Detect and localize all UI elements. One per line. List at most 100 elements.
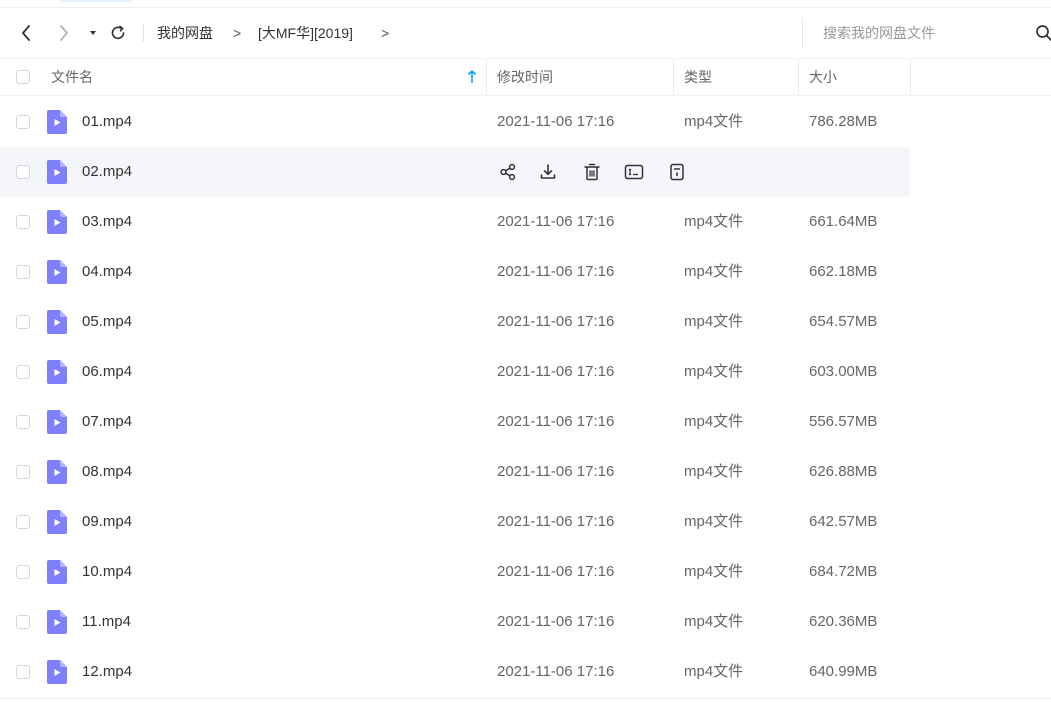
row-checkbox[interactable] [16,265,30,279]
column-divider[interactable] [798,59,799,96]
row-checkbox[interactable] [16,615,30,629]
row-checkbox[interactable] [16,665,30,679]
file-row[interactable]: 09.mp4 2021-11-06 17:16 mp4文件 642.57MB [0,497,1051,547]
sort-ascending-icon[interactable] [466,70,478,89]
file-name[interactable]: 01.mp4 [82,111,132,133]
breadcrumb-current-folder[interactable]: [大MF华][2019] [258,23,353,43]
file-modified-time: 2021-11-06 17:16 [497,463,615,480]
video-file-icon [47,260,67,284]
row-checkbox[interactable] [16,565,30,579]
file-name[interactable]: 09.mp4 [82,511,132,533]
file-name[interactable]: 08.mp4 [82,461,132,483]
file-type: mp4文件 [684,313,744,330]
file-name[interactable]: 06.mp4 [82,361,132,383]
file-size: 786.28MB [809,113,878,130]
search-input[interactable] [823,23,1023,43]
file-type: mp4文件 [684,613,744,630]
row-checkbox[interactable] [16,365,30,379]
download-button[interactable] [536,160,560,184]
file-modified-time: 2021-11-06 17:16 [497,313,615,330]
trash-icon [584,163,600,181]
column-header-name[interactable]: 文件名 [51,59,93,96]
more-button[interactable] [665,160,689,184]
file-type: mp4文件 [684,413,744,430]
column-divider[interactable] [910,59,911,96]
file-type: mp4文件 [684,563,744,580]
file-modified-time: 2021-11-06 17:16 [497,213,615,230]
active-tab-indicator [56,0,136,2]
rename-icon [624,164,644,180]
file-type: mp4文件 [684,263,744,280]
file-name[interactable]: 02.mp4 [82,161,132,183]
video-file-icon [47,160,67,184]
file-modified-time: 2021-11-06 17:16 [497,663,615,680]
row-checkbox[interactable] [16,465,30,479]
search-button[interactable] [1035,24,1051,47]
file-type: mp4文件 [684,663,744,680]
file-row[interactable]: 03.mp4 2021-11-06 17:16 mp4文件 661.64MB [0,197,1051,247]
video-file-icon [47,310,67,334]
file-name[interactable]: 05.mp4 [82,311,132,333]
file-row[interactable]: 12.mp4 2021-11-06 17:16 mp4文件 640.99MB [0,647,1051,697]
search-icon [1036,25,1051,41]
delete-button[interactable] [580,160,604,184]
file-row[interactable]: 07.mp4 2021-11-06 17:16 mp4文件 556.57MB [0,397,1051,447]
file-modified-time: 2021-11-06 17:16 [497,563,615,580]
history-dropdown-button[interactable] [83,23,103,43]
refresh-icon [111,25,125,40]
file-name[interactable]: 11.mp4 [82,611,131,633]
file-row[interactable]: 06.mp4 2021-11-06 17:16 mp4文件 603.00MB [0,347,1051,397]
file-row[interactable]: 01.mp4 2021-11-06 17:16 mp4文件 786.28MB [0,97,1051,147]
file-modified-time: 2021-11-06 17:16 [497,513,615,530]
share-button[interactable] [496,160,520,184]
file-row[interactable]: 11.mp4 2021-11-06 17:16 mp4文件 620.36MB [0,597,1051,647]
video-file-icon [47,360,67,384]
file-name[interactable]: 12.mp4 [82,661,132,683]
file-row[interactable]: 10.mp4 2021-11-06 17:16 mp4文件 684.72MB [0,547,1051,597]
file-modified-time: 2021-11-06 17:16 [497,263,615,280]
back-button[interactable] [16,23,36,43]
video-file-icon [47,660,67,684]
file-row[interactable]: 08.mp4 2021-11-06 17:16 mp4文件 626.88MB [0,447,1051,497]
row-checkbox[interactable] [16,315,30,329]
row-checkbox[interactable] [16,415,30,429]
row-checkbox[interactable] [16,115,30,129]
breadcrumb-separator: > [233,25,242,41]
column-divider[interactable] [673,59,674,96]
forward-button[interactable] [54,23,74,43]
row-checkbox[interactable] [16,215,30,229]
breadcrumb-root[interactable]: 我的网盘 [157,23,213,43]
file-name[interactable]: 03.mp4 [82,211,132,233]
video-file-icon [47,410,67,434]
column-header-size[interactable]: 大小 [809,59,837,96]
top-strip [0,0,1051,8]
video-file-icon [47,560,67,584]
row-checkbox[interactable] [16,515,30,529]
file-size: 620.36MB [809,613,878,630]
refresh-button[interactable] [108,23,128,43]
video-file-icon [47,610,67,634]
file-name[interactable]: 10.mp4 [82,561,132,583]
download-icon [540,164,556,179]
row-checkbox[interactable] [16,165,30,179]
file-row[interactable]: 02.mp4 [0,147,1051,197]
select-all-checkbox[interactable] [16,70,30,84]
file-type: mp4文件 [684,463,744,480]
column-divider[interactable] [486,59,487,96]
file-modified-time: 2021-11-06 17:16 [497,413,615,430]
file-type: mp4文件 [684,213,744,230]
file-row[interactable]: 05.mp4 2021-11-06 17:16 mp4文件 654.57MB [0,297,1051,347]
column-header-modified[interactable]: 修改时间 [497,59,553,96]
chevron-left-icon [22,25,30,41]
row-highlight [0,147,910,197]
file-size: 556.57MB [809,413,878,430]
column-header-type[interactable]: 类型 [684,59,712,96]
file-name[interactable]: 04.mp4 [82,261,132,283]
file-row[interactable]: 04.mp4 2021-11-06 17:16 mp4文件 662.18MB [0,247,1051,297]
navigation-bar: 我的网盘 > [大MF华][2019] > [0,8,1051,58]
file-size: 640.99MB [809,663,878,680]
file-name[interactable]: 07.mp4 [82,411,132,433]
chevron-right-icon [60,25,68,41]
video-file-icon [47,510,67,534]
rename-button[interactable] [622,160,646,184]
